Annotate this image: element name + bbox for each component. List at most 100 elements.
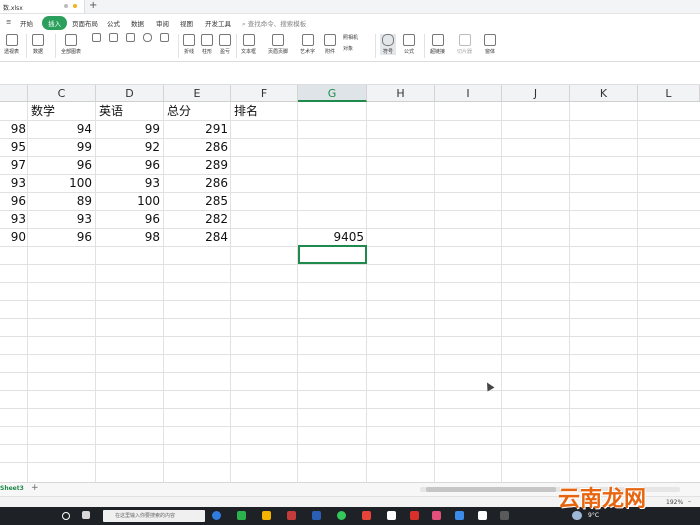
cell-d6[interactable]: 100	[96, 193, 160, 210]
cell-d2[interactable]: 99	[96, 121, 160, 138]
sparkline-line-button[interactable]: 折线	[183, 34, 195, 55]
document-tab[interactable]: 数.xlsx	[0, 0, 85, 13]
menu-home[interactable]: 开始	[20, 18, 33, 28]
symbol-button[interactable]: 符号	[380, 34, 396, 55]
hyperlink-button[interactable]: 超链接	[430, 34, 445, 55]
column-header-f[interactable]: F	[231, 85, 298, 102]
scrollbar-thumb[interactable]	[426, 487, 556, 492]
column-header-e[interactable]: E	[164, 85, 231, 102]
cell-c4[interactable]: 96	[28, 157, 92, 174]
cell-e7[interactable]: 282	[164, 211, 228, 228]
task-view-icon[interactable]	[82, 511, 90, 519]
zoom-level[interactable]: 192%	[666, 499, 683, 506]
edge-browser-icon[interactable]	[212, 511, 221, 520]
formula-bar[interactable]	[0, 62, 700, 85]
object-button[interactable]: 对象	[343, 45, 353, 52]
column-header-c[interactable]: C	[28, 85, 96, 102]
cell-b3[interactable]: 95	[0, 139, 26, 156]
cell-e6[interactable]: 285	[164, 193, 228, 210]
form-button[interactable]: 窗体	[484, 34, 496, 55]
column-header-b[interactable]	[0, 85, 28, 102]
column-chart-button[interactable]	[109, 33, 118, 44]
wps-icon[interactable]	[410, 511, 419, 520]
cell-e2[interactable]: 291	[164, 121, 228, 138]
cell-d5[interactable]: 93	[96, 175, 160, 192]
pie-chart-button[interactable]	[143, 33, 152, 44]
cell-e1[interactable]: 总分	[167, 103, 227, 120]
add-sheet-button[interactable]: +	[31, 483, 39, 493]
cell-b4[interactable]: 97	[0, 157, 26, 174]
column-header-d[interactable]: D	[96, 85, 164, 102]
sparkline-column-button[interactable]: 柱形	[201, 34, 213, 55]
column-header-h[interactable]: H	[367, 85, 435, 102]
menu-developer[interactable]: 开发工具	[205, 18, 231, 28]
cell-f1[interactable]: 排名	[234, 103, 294, 120]
cell-c5[interactable]: 100	[28, 175, 92, 192]
cell-d1[interactable]: 英语	[99, 103, 161, 120]
other-chart-button[interactable]	[160, 33, 169, 44]
menu-insert[interactable]: 插入	[42, 16, 67, 30]
tab-menu-icon[interactable]	[64, 4, 68, 8]
file-explorer-icon[interactable]	[262, 511, 271, 520]
cell-c1[interactable]: 数学	[31, 103, 93, 120]
column-header-k[interactable]: K	[570, 85, 638, 102]
sparkline-winloss-button[interactable]: 盈亏	[219, 34, 231, 55]
all-charts-button[interactable]: 全部图表	[61, 34, 81, 55]
cell-b5[interactable]: 93	[0, 175, 26, 192]
line-chart-button[interactable]	[126, 33, 135, 44]
menu-formulas[interactable]: 公式	[107, 18, 120, 28]
column-header-l[interactable]: L	[638, 85, 700, 102]
menu-view[interactable]: 视图	[180, 18, 193, 28]
menu-review[interactable]: 审阅	[156, 18, 169, 28]
active-cell-selection[interactable]	[298, 245, 367, 264]
taskbar-search-box[interactable]: 在这里输入你要搜索的内容	[103, 510, 205, 522]
cell-d8[interactable]: 98	[96, 229, 160, 246]
start-button-icon[interactable]	[62, 512, 70, 520]
app-icon[interactable]	[387, 511, 396, 520]
cell-c6[interactable]: 89	[28, 193, 92, 210]
cell-e5[interactable]: 286	[164, 175, 228, 192]
cell-b7[interactable]: 93	[0, 211, 26, 228]
pivot-table-button[interactable]: 透视表	[4, 34, 19, 55]
menu-page-layout[interactable]: 页面布局	[72, 18, 98, 28]
cell-b2[interactable]: 98	[0, 121, 26, 138]
cell-e3[interactable]: 286	[164, 139, 228, 156]
cell-e8[interactable]: 284	[164, 229, 228, 246]
new-tab-button[interactable]: +	[89, 0, 97, 11]
column-header-i[interactable]: I	[435, 85, 502, 102]
cell-d7[interactable]: 96	[96, 211, 160, 228]
bar-chart-button[interactable]	[92, 33, 101, 44]
photoshop-icon[interactable]	[312, 511, 321, 520]
cell-d4[interactable]: 96	[96, 157, 160, 174]
header-footer-button[interactable]: 页眉页脚	[268, 34, 288, 55]
app-icon[interactable]	[362, 511, 371, 520]
cell-b6[interactable]: 96	[0, 193, 26, 210]
app-icon[interactable]	[432, 511, 441, 520]
command-search[interactable]: ⌕ 查找命令、搜索模板	[242, 18, 306, 29]
camera-button[interactable]: 照相机	[343, 34, 358, 41]
app-red-icon[interactable]	[287, 511, 296, 520]
cell-e4[interactable]: 289	[164, 157, 228, 174]
column-header-j[interactable]: J	[502, 85, 570, 102]
text-box-button[interactable]: 文本框	[241, 34, 256, 55]
cell-c3[interactable]: 99	[28, 139, 92, 156]
cell-d3[interactable]: 92	[96, 139, 160, 156]
wechat-icon[interactable]	[337, 511, 346, 520]
app-icon[interactable]	[455, 511, 464, 520]
data-button[interactable]: 数据	[32, 34, 44, 55]
column-header-g[interactable]: G	[298, 85, 367, 102]
slicer-button[interactable]: 切片器	[457, 34, 472, 55]
attachment-button[interactable]: 附件	[324, 34, 336, 55]
menu-icon[interactable]: ≡	[6, 18, 11, 26]
cell-c7[interactable]: 93	[28, 211, 92, 228]
cell-c8[interactable]: 96	[28, 229, 92, 246]
word-art-button[interactable]: 艺术字	[300, 34, 315, 55]
app-icon[interactable]	[478, 511, 487, 520]
zoom-out-icon[interactable]: –	[688, 498, 691, 505]
equation-button[interactable]: 公式	[403, 34, 415, 55]
app-icon[interactable]	[500, 511, 509, 520]
cell-c2[interactable]: 94	[28, 121, 92, 138]
sheet-tab-sheet3[interactable]: Sheet3	[0, 485, 24, 492]
menu-data[interactable]: 数据	[131, 18, 144, 28]
app-green-icon[interactable]	[237, 511, 246, 520]
